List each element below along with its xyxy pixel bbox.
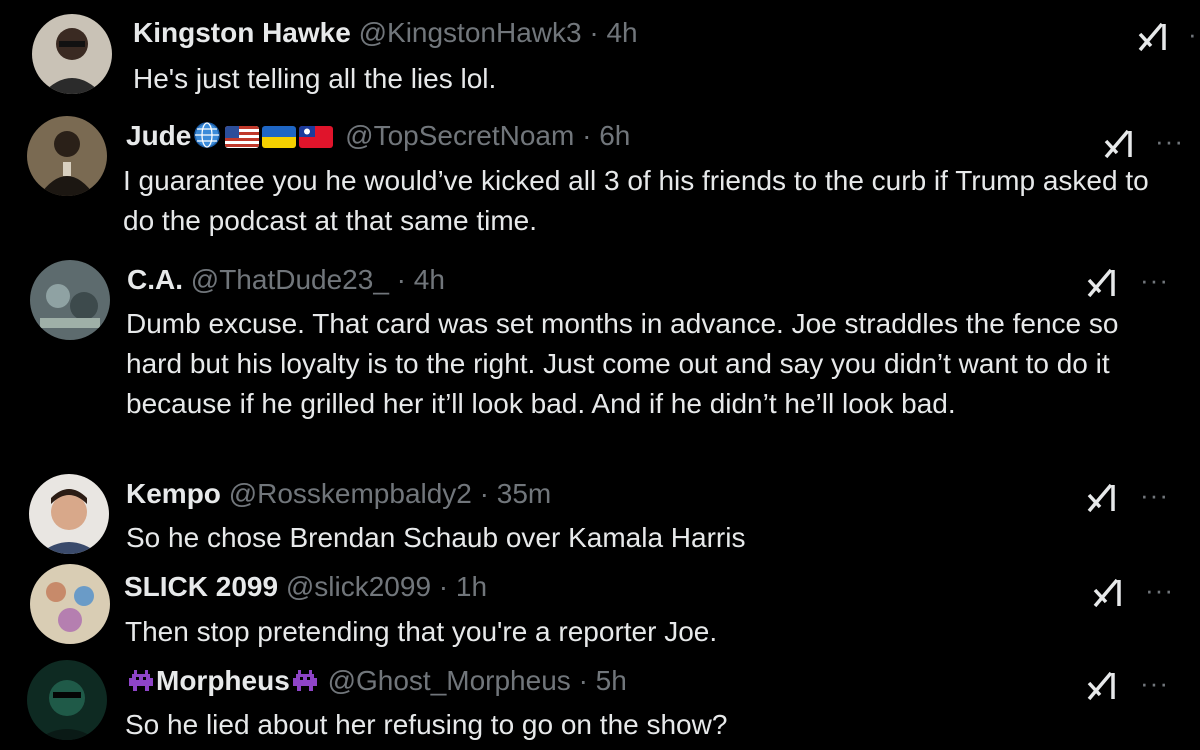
reply-text: I guarantee you he would’ve kicked all 3… — [123, 165, 1149, 236]
grok-icon[interactable] — [1083, 667, 1119, 703]
reply-text: Then stop pretending that you're a repor… — [125, 616, 718, 647]
author-handle[interactable]: @Ghost_Morpheus — [328, 665, 571, 696]
alien-monster-icon — [126, 666, 156, 696]
separator-dot: · — [582, 120, 592, 151]
author-name[interactable]: Kempo — [126, 478, 221, 509]
author-handle[interactable]: @TopSecretNoam — [345, 120, 574, 151]
author-handle[interactable]: @ThatDude23_ — [191, 264, 389, 295]
timestamp[interactable]: 5h — [596, 665, 627, 696]
more-options-icon[interactable]: ··· — [1155, 128, 1184, 154]
timestamp[interactable]: 1h — [456, 571, 487, 602]
author-handle[interactable]: @Rosskempbaldy2 — [229, 478, 472, 509]
reply-text: So he lied about her refusing to go on t… — [125, 709, 728, 740]
timestamp[interactable]: 4h — [414, 264, 445, 295]
more-options-icon[interactable]: ··· — [1140, 267, 1169, 293]
ukraine-flag-icon — [262, 126, 297, 148]
reply-slick-2099[interactable]: SLICK 2099 @slick2099 · 1h Then stop pre… — [0, 564, 1200, 656]
author-handle[interactable]: @slick2099 — [286, 571, 431, 602]
timestamp[interactable]: 4h — [606, 17, 637, 48]
more-options-icon[interactable]: ··· — [1145, 577, 1174, 603]
more-options-icon[interactable]: · — [1188, 21, 1198, 47]
grok-icon[interactable] — [1100, 125, 1136, 161]
more-options-icon[interactable]: ··· — [1140, 482, 1169, 508]
reply-text: Dumb excuse. That card was set months in… — [126, 308, 1119, 419]
usa-flag-icon — [225, 126, 260, 148]
separator-dot: · — [396, 264, 406, 295]
reply-text: He's just telling all the lies lol. — [133, 63, 497, 94]
reply-jude[interactable]: Jude @TopSecretNoam · 6h I guarantee you… — [0, 108, 1200, 248]
taiwan-flag-icon — [299, 126, 334, 148]
flag-emojis — [225, 126, 334, 148]
separator-dot: · — [438, 571, 449, 602]
separator-dot: · — [589, 17, 599, 48]
avatar-ca[interactable] — [30, 260, 110, 340]
author-name[interactable]: Jude — [126, 120, 191, 151]
reply-kempo[interactable]: Kempo @Rosskempbaldy2 · 35m So he chose … — [0, 470, 1200, 564]
avatar-kingston-hawke[interactable] — [32, 14, 112, 94]
reply-ca[interactable]: C.A. @ThatDude23_ · 4h Dumb excuse. That… — [0, 248, 1200, 470]
avatar-jude[interactable] — [27, 116, 107, 196]
grok-icon[interactable] — [1134, 18, 1170, 54]
author-name[interactable]: SLICK 2099 — [124, 571, 278, 602]
grok-icon[interactable] — [1089, 574, 1125, 610]
reply-text: So he chose Brendan Schaub over Kamala H… — [126, 522, 746, 553]
reply-kingston-hawke[interactable]: Kingston Hawke @KingstonHawk3 · 4h He's … — [0, 0, 1200, 108]
grok-icon[interactable] — [1083, 479, 1119, 515]
separator-dot: · — [578, 665, 588, 696]
avatar-kempo[interactable] — [29, 474, 109, 554]
avatar-slick-2099[interactable] — [30, 564, 110, 644]
alien-monster-icon — [290, 666, 320, 696]
author-name[interactable]: Kingston Hawke — [133, 17, 351, 48]
author-name[interactable]: Morpheus — [156, 665, 290, 696]
separator-dot: · — [479, 478, 489, 509]
reply-morpheus[interactable]: Morpheus @Ghost_Morpheus · 5h So he lied… — [0, 656, 1200, 750]
timestamp[interactable]: 6h — [599, 120, 630, 151]
grok-icon[interactable] — [1083, 264, 1119, 300]
author-name[interactable]: C.A. — [127, 264, 183, 295]
globe-icon — [193, 121, 221, 149]
author-handle[interactable]: @KingstonHawk3 — [359, 17, 582, 48]
timestamp[interactable]: 35m — [497, 478, 551, 509]
more-options-icon[interactable]: ··· — [1140, 670, 1169, 696]
avatar-morpheus[interactable] — [27, 660, 107, 740]
